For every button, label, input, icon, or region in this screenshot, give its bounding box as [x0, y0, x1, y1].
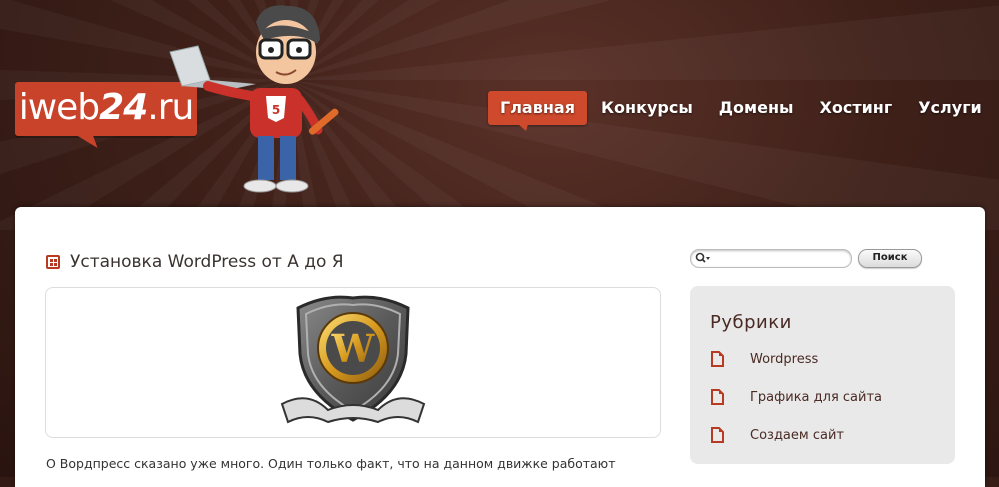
- post-featured-image[interactable]: W: [45, 287, 661, 438]
- wordpress-shield-logo: W: [280, 295, 426, 424]
- svg-text:5: 5: [272, 103, 280, 117]
- search-field-wrapper[interactable]: [690, 249, 852, 268]
- category-item-wordpress[interactable]: Wordpress: [710, 351, 818, 367]
- category-label: Создаем сайт: [750, 427, 844, 443]
- content-area: Установка WordPress от А до Я W О Вордпр…: [15, 207, 985, 487]
- widget-title: Рубрики: [710, 312, 792, 333]
- search-input[interactable]: [711, 250, 846, 267]
- document-icon: [711, 427, 724, 443]
- nav-item-home[interactable]: Главная: [488, 91, 587, 131]
- main-navigation: Главная Конкурсы Домены Хостинг Услуги: [488, 90, 996, 131]
- nav-item-services[interactable]: Услуги: [906, 91, 994, 125]
- post-excerpt: О Вордпресс сказано уже много. Один толь…: [46, 456, 616, 471]
- search-button[interactable]: Поиск: [858, 249, 922, 268]
- category-item-create-site[interactable]: Создаем сайт: [710, 427, 844, 443]
- post-title[interactable]: Установка WordPress от А до Я: [70, 252, 344, 272]
- post-title-row: Установка WordPress от А до Я: [46, 252, 344, 272]
- category-label: Графика для сайта: [750, 389, 883, 405]
- categories-widget: Рубрики Wordpress Графика для сайта Созд…: [690, 286, 955, 464]
- category-label: Wordpress: [750, 351, 819, 367]
- svg-text:W: W: [331, 326, 376, 371]
- nav-item-domains[interactable]: Домены: [707, 91, 806, 125]
- category-item-graphics[interactable]: Графика для сайта: [710, 389, 882, 405]
- post-grid-icon: [46, 255, 60, 269]
- nav-item-contests[interactable]: Конкурсы: [589, 91, 705, 125]
- search-icon: [695, 252, 710, 263]
- document-icon: [711, 389, 724, 405]
- mascot-illustration: 5: [169, 5, 339, 193]
- nav-item-hosting[interactable]: Хостинг: [808, 91, 905, 125]
- search-form: Поиск: [690, 249, 922, 268]
- site-header: iweb24.ru 5 Главная Конкурсы Домены Хост…: [0, 0, 999, 210]
- document-icon: [711, 351, 724, 367]
